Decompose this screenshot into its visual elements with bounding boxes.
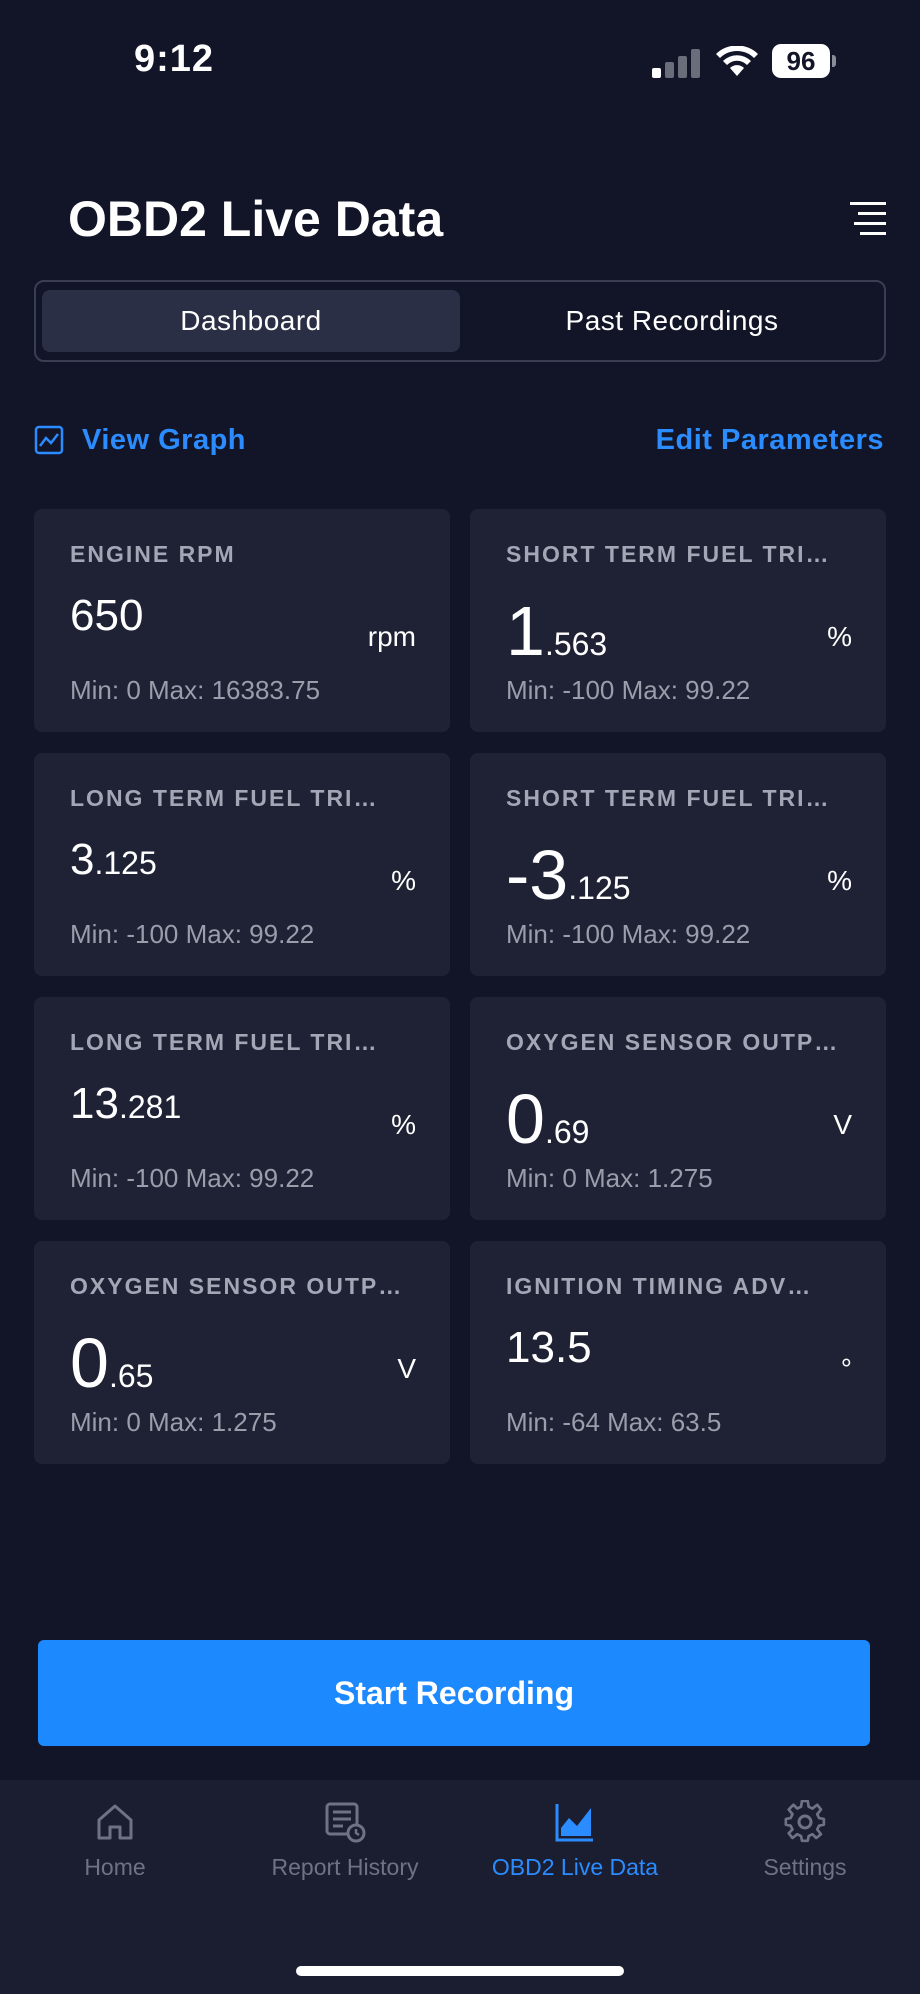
parameter-value-fraction: .125 (94, 845, 157, 881)
parameter-min-max: Min: -100 Max: 99.22 (70, 1163, 315, 1193)
parameter-unit: V (833, 1109, 852, 1140)
parameter-value-fraction: .281 (118, 1089, 182, 1125)
status-bar: 9:12 96 (0, 0, 920, 120)
parameter-unit: % (391, 1109, 416, 1140)
view-graph-link[interactable]: View Graph (34, 420, 246, 460)
parameter-value-fraction: .69 (544, 1114, 590, 1150)
parameter-title: SHORT TERM FUEL TRI… (506, 541, 831, 567)
parameter-min-max: Min: -100 Max: 99.22 (506, 919, 751, 949)
parameter-min-max: Min: -100 Max: 99.22 (506, 675, 751, 705)
parameter-unit: V (397, 1353, 416, 1384)
report-history-icon (325, 1802, 366, 1843)
graph-icon (34, 425, 64, 455)
edit-parameters-link[interactable]: Edit Parameters (656, 420, 884, 460)
parameter-unit: % (391, 865, 416, 896)
parameter-title: OXYGEN SENSOR OUTP… (70, 1273, 404, 1299)
parameter-title: IGNITION TIMING ADV… (506, 1273, 813, 1299)
battery-level: 96 (772, 44, 830, 78)
battery-icon: 96 (772, 44, 836, 78)
parameter-card[interactable]: SHORT TERM FUEL TRI… -3.125% Min: -100 Max… (470, 753, 886, 976)
parameter-card[interactable]: OXYGEN SENSOR OUTP… 0.65 V Min: 0 Max: 1.27… (34, 1241, 450, 1464)
gear-icon (784, 1800, 826, 1843)
home-indicator (296, 1966, 624, 1976)
parameter-card[interactable]: LONG TERM FUEL TRI… 3.125% Min: -100 Max: … (34, 753, 450, 976)
wifi-icon (716, 46, 758, 76)
tab-obd2-live-data-label: OBD2 Live Data (491, 1854, 659, 1880)
parameter-value-integer: 1 (506, 592, 545, 670)
tab-report-history[interactable]: Report History (230, 1800, 460, 1910)
parameter-value: 0.69 (506, 1079, 590, 1158)
parameter-value-fraction: .563 (544, 626, 608, 662)
view-graph-label: View Graph (82, 423, 247, 456)
parameter-value: -3.125 (506, 835, 631, 914)
parameter-min-max: Min: 0 Max: 1.275 (506, 1163, 713, 1193)
parameter-unit: ° (840, 1353, 852, 1384)
tab-obd2-live-data[interactable]: OBD2 Live Data (460, 1800, 690, 1910)
parameter-title: SHORT TERM FUEL TRI… (506, 785, 831, 811)
parameter-card[interactable]: IGNITION TIMING ADV… 13.5 ° Min: -64 Max: 6… (470, 1241, 886, 1464)
parameter-value-integer: 0 (506, 1080, 545, 1158)
cellular-signal-icon (652, 48, 702, 78)
status-time: 9:12 (134, 38, 215, 80)
parameter-card[interactable]: LONG TERM FUEL TRI… 13.281% Min: -100 Max:… (34, 997, 450, 1220)
parameter-value-integer: 0 (70, 1324, 109, 1402)
parameter-card[interactable]: ENGINE RPM 650 rpm Min: 0 Max: 16383.75 (34, 509, 450, 732)
parameter-unit: rpm (367, 621, 416, 652)
parameter-title: LONG TERM FUEL TRI… (70, 785, 379, 811)
parameter-value: 13.5 (506, 1323, 592, 1393)
parameter-value-integer: 13.5 (506, 1323, 592, 1372)
parameter-title: LONG TERM FUEL TRI… (70, 1029, 379, 1055)
parameter-value-integer: 650 (70, 591, 144, 640)
chart-icon (555, 1804, 593, 1842)
parameter-card[interactable]: SHORT TERM FUEL TRI… 1.563% Min: -100 Max:… (470, 509, 886, 732)
parameter-unit: % (827, 865, 852, 896)
parameter-min-max: Min: 0 Max: 16383.75 (70, 675, 321, 705)
parameter-value: 0.65 (70, 1323, 154, 1402)
page-title: OBD2 Live Data (68, 191, 444, 247)
parameter-value: 650 (70, 591, 143, 661)
parameter-min-max: Min: -100 Max: 99.22 (70, 919, 315, 949)
parameter-value: 1.563 (506, 591, 608, 670)
parameter-title: OXYGEN SENSOR OUTP… (506, 1029, 840, 1055)
tab-home[interactable]: Home (0, 1800, 230, 1910)
parameter-value: 3.125 (70, 835, 157, 905)
home-icon (97, 1804, 133, 1840)
parameter-value-integer: -3 (506, 836, 569, 914)
tab-settings[interactable]: Settings (690, 1800, 920, 1910)
bottom-tab-bar: Home Report History OBD2 Live Data Setti… (0, 1780, 920, 1994)
tab-settings-label: Settings (763, 1854, 847, 1880)
parameter-title: ENGINE RPM (70, 541, 236, 567)
parameter-value-fraction: .65 (108, 1358, 154, 1394)
parameter-value-integer: 13 (70, 1079, 119, 1128)
menu-icon[interactable] (846, 198, 890, 242)
screen: 9:12 96 OBD2 Live Data Dashboard Past Re… (0, 0, 920, 1994)
tab-past-recordings[interactable]: Past Recordings (464, 290, 880, 352)
parameter-value-fraction: .125 (568, 870, 631, 906)
parameter-card[interactable]: OXYGEN SENSOR OUTP… 0.69 V Min: 0 Max: 1.27… (470, 997, 886, 1220)
tab-dashboard[interactable]: Dashboard (42, 290, 460, 352)
tab-report-history-label: Report History (271, 1854, 419, 1880)
parameter-unit: % (827, 621, 852, 652)
parameter-value-integer: 3 (70, 835, 95, 884)
tab-home-label: Home (84, 1854, 146, 1880)
start-recording-button[interactable]: Start Recording (38, 1640, 870, 1746)
parameter-min-max: Min: -64 Max: 63.5 (506, 1407, 722, 1437)
parameter-value: 13.281 (70, 1079, 181, 1149)
parameter-min-max: Min: 0 Max: 1.275 (70, 1407, 277, 1437)
view-segmented-control: Dashboard Past Recordings (34, 280, 886, 362)
